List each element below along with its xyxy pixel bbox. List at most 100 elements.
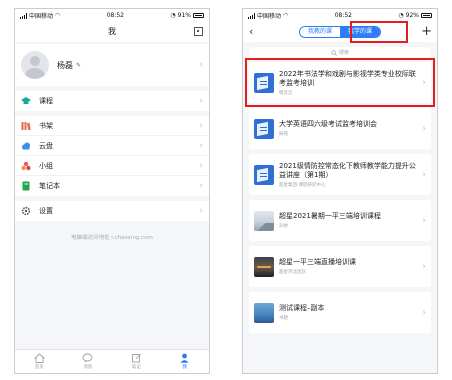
course-card[interactable]: 测试课程–副本 书题 ›: [249, 292, 431, 333]
signal-icon: [248, 12, 255, 19]
menu-label: 云盘: [39, 141, 53, 150]
chevron-right-icon: ›: [422, 123, 426, 134]
bookshelf-icon: [21, 121, 31, 131]
menu-group-settings: 设置 ›: [15, 201, 209, 221]
edit-pencil-icon: ✎: [76, 61, 82, 69]
battery-label: 92%: [405, 12, 419, 19]
battery-icon: [421, 13, 432, 18]
search-icon: [331, 49, 337, 56]
course-title: 2022年书法学和戏剧与影视学类专业校际联考监考培训: [279, 69, 416, 87]
search-field[interactable]: 搜索: [249, 47, 431, 58]
status-time: 08:52: [106, 12, 124, 19]
menu-group-tools: 书架 › 云盘 › 小组 › 笔记本 ›: [15, 116, 209, 196]
graduation-cap-icon: [21, 96, 31, 106]
course-thumbnail: [254, 210, 274, 231]
tab-notes[interactable]: 笔记: [112, 350, 161, 373]
menu-item-settings[interactable]: 设置 ›: [15, 201, 209, 221]
course-list: 2022年书法学和戏剧与影视学类专业校际联考监考培训 橙云云 › 大学英语四六级…: [243, 58, 437, 333]
phone-me-page: 中国移动 ◠ 08:52 ◔ 91% 我 杨磊 ✎ › 课程 › 书架 › 云盘…: [14, 8, 210, 374]
gear-icon: [21, 206, 31, 216]
chevron-right-icon: ›: [199, 96, 203, 106]
chevron-right-icon: ›: [199, 181, 203, 191]
chevron-right-icon: ›: [199, 206, 203, 216]
menu-item-notebook[interactable]: 笔记本 ›: [15, 176, 209, 196]
menu-item-courses[interactable]: 课程 ›: [15, 91, 209, 111]
carrier-label: 中国移动: [29, 13, 54, 20]
battery-icon: [193, 13, 204, 18]
segment-teaching-courses[interactable]: 我教的课: [299, 27, 340, 37]
chevron-right-icon: ›: [422, 169, 426, 180]
qr-code-icon[interactable]: [194, 27, 203, 36]
course-card[interactable]: 超星2021暑期一平三端培训课程 刘依 ›: [249, 200, 431, 241]
course-title: 超星2021暑期一平三端培训课程: [279, 212, 381, 220]
back-chevron-icon[interactable]: ‹: [249, 25, 253, 38]
screenshot-canvas: 中国移动 ◠ 08:52 ◔ 91% 我 杨磊 ✎ › 课程 › 书架 › 云盘…: [0, 0, 452, 380]
group-icon: [21, 161, 31, 171]
notebook-icon: [21, 181, 31, 191]
battery-label: 91%: [177, 12, 191, 19]
tab-label: 我: [182, 365, 188, 370]
course-teacher: 橙云云: [279, 90, 293, 96]
menu-label: 笔记本: [39, 182, 60, 190]
bottom-tab-bar: 首页 消息 笔记 我: [15, 349, 209, 373]
chevron-right-icon: ›: [422, 215, 426, 226]
course-thumbnail: [254, 164, 274, 185]
web-address-note: 电脑端访问地址 i.chaoxing.com: [71, 235, 153, 241]
menu-item-bookshelf[interactable]: 书架 ›: [15, 116, 209, 136]
menu-label: 书架: [39, 121, 53, 130]
course-teacher: 刘依: [279, 224, 288, 229]
nav-bar: 我: [15, 22, 209, 42]
search-placeholder: 搜索: [338, 50, 349, 56]
person-icon: [180, 353, 189, 363]
course-title: 2021级情防控常态化下教师教学能力提升公益讲座（第1期）: [279, 161, 416, 179]
chevron-right-icon: ›: [422, 307, 426, 318]
course-card[interactable]: 2022年书法学和戏剧与影视学类专业校际联考监考培训 橙云云 ›: [245, 58, 435, 107]
menu-item-group[interactable]: 小组 ›: [15, 156, 209, 176]
alarm-icon: ◔: [398, 12, 404, 19]
tab-label: 消息: [83, 365, 93, 370]
page-title: 我: [108, 27, 116, 36]
course-thumbnail: [254, 72, 274, 93]
menu-label: 小组: [39, 161, 53, 170]
profile-card[interactable]: 杨磊 ✎ ›: [15, 44, 209, 86]
course-teacher: 振铭: [279, 132, 288, 137]
course-thumbnail: [254, 302, 274, 323]
menu-item-cloud[interactable]: 云盘 ›: [15, 136, 209, 156]
chevron-right-icon: ›: [199, 140, 203, 151]
wifi-icon: ◠: [55, 12, 61, 19]
course-teacher: 超星集团·课程研究中心: [279, 182, 326, 188]
segment-control-wrap: 我教的课 我学的课: [298, 21, 408, 43]
segment-control: 我教的课 我学的课: [298, 26, 382, 38]
home-icon: [33, 353, 45, 363]
edit-icon: [131, 353, 141, 363]
profile-name: 杨磊: [57, 60, 73, 70]
course-thumbnail: [254, 256, 274, 277]
status-bar: 中国移动 ◠ 08:52 ◔ 91%: [15, 9, 209, 22]
wifi-icon: ◠: [283, 12, 289, 19]
tab-home[interactable]: 首页: [15, 350, 64, 373]
tab-me[interactable]: 我: [161, 350, 210, 373]
chevron-right-icon: ›: [199, 60, 203, 70]
signal-icon: [20, 12, 27, 19]
chevron-right-icon: ›: [422, 77, 426, 88]
course-card[interactable]: 大学英语四六级考试监考培训会 振铭 ›: [249, 108, 431, 149]
chevron-right-icon: ›: [199, 120, 203, 131]
message-icon: [82, 353, 93, 363]
course-card[interactable]: 超星一平三端直播培训课 超星河北团队 ›: [249, 246, 431, 287]
nav-bar: ‹ 我教的课 我学的课 +: [243, 21, 437, 43]
course-title: 超星一平三端直播培训课: [279, 258, 356, 266]
menu-label: 课程: [39, 97, 53, 105]
tab-messages[interactable]: 消息: [64, 350, 113, 373]
chevron-right-icon: ›: [199, 160, 203, 171]
tab-label: 首页: [34, 365, 44, 370]
phone-my-courses-page: 中国移动 ◠ 08:52 ◔ 92% ‹ 我教的课 我学的课 + 搜索 2022…: [242, 8, 438, 374]
status-bar: 中国移动 ◠ 08:52 ◔ 92%: [243, 9, 437, 22]
course-title: 大学英语四六级考试监考培训会: [279, 120, 377, 128]
tab-label: 笔记: [131, 365, 141, 370]
plus-icon[interactable]: +: [421, 24, 432, 39]
segment-learning-courses[interactable]: 我学的课: [340, 27, 381, 37]
status-time: 08:52: [334, 12, 352, 19]
course-thumbnail: [254, 118, 274, 139]
course-card[interactable]: 2021级情防控常态化下教师教学能力提升公益讲座（第1期） 超星集团·课程研究中…: [249, 154, 431, 195]
course-title: 测试课程–副本: [279, 304, 325, 312]
